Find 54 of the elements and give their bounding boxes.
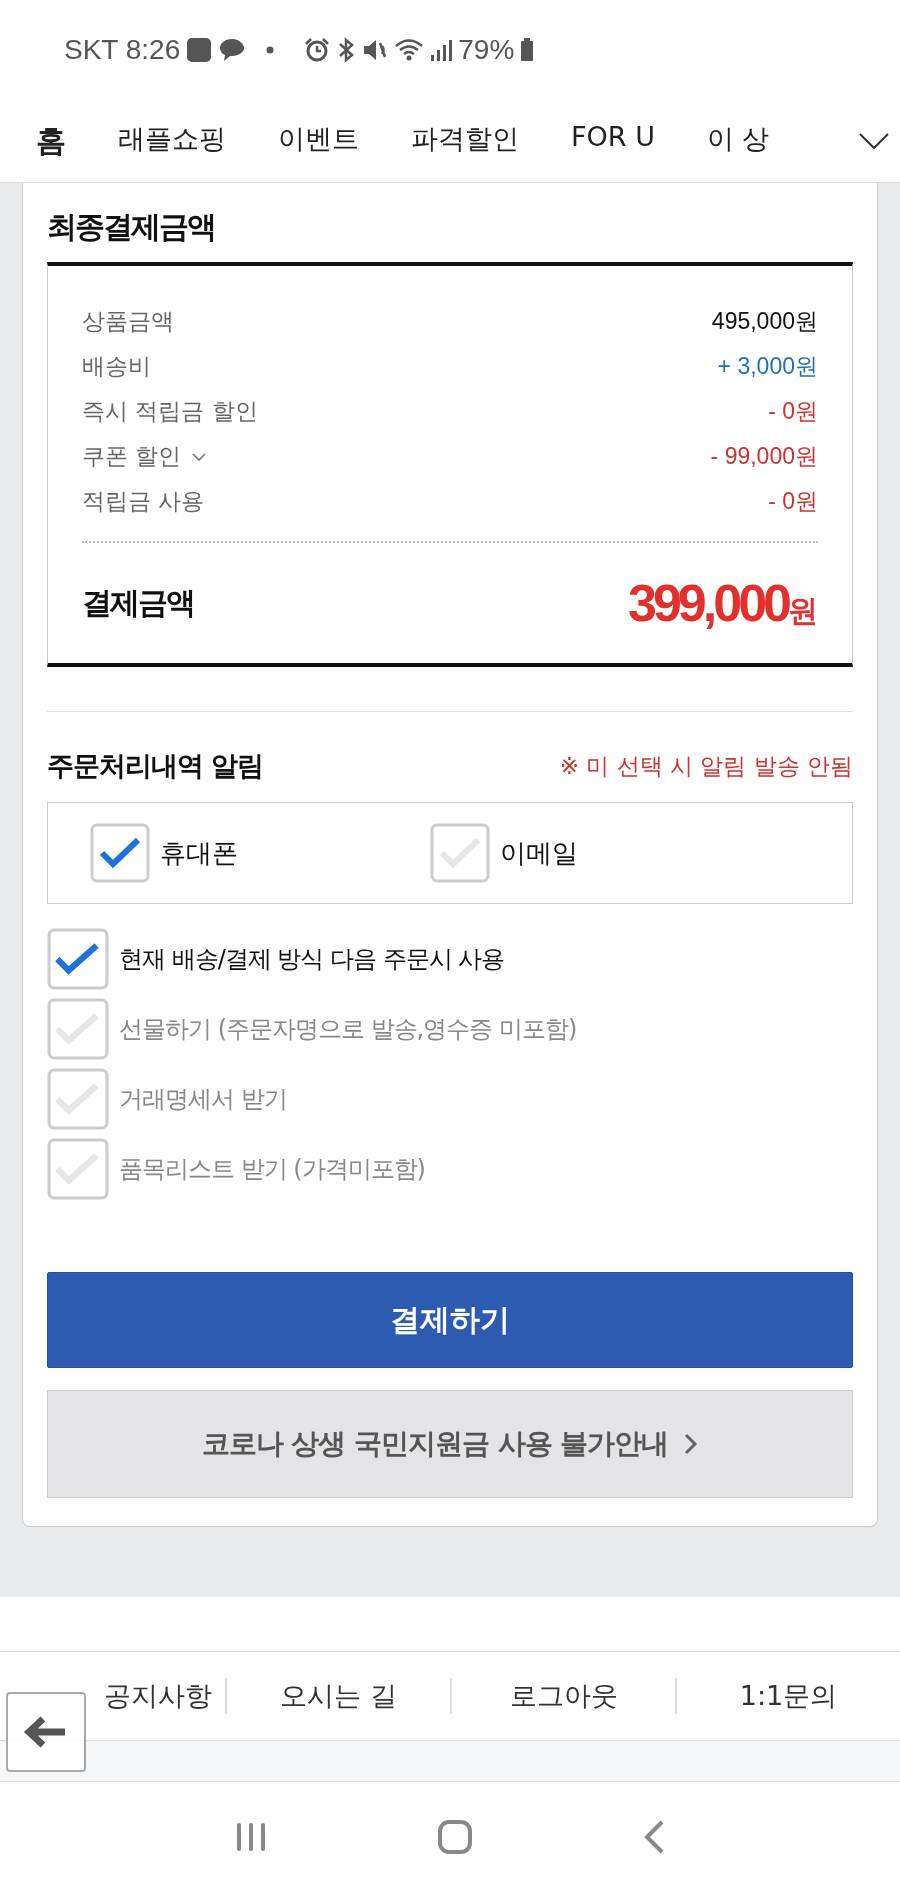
- checkbox-label: 품목리스트 받기 (가격미포함): [119, 1154, 425, 1185]
- price-label: 배송비: [82, 352, 151, 381]
- price-value: - 0원: [768, 397, 818, 426]
- price-label: 상품금액: [82, 307, 174, 336]
- chat-bubble-icon: [218, 37, 247, 63]
- price-label: 즉시 적립금 할인: [82, 397, 258, 426]
- footer-link[interactable]: 로그아웃: [509, 1678, 618, 1714]
- checkbox-label: 현재 배송/결제 방식 다음 주문시 사용: [119, 944, 505, 975]
- footer-link[interactable]: 공지사항: [103, 1678, 212, 1714]
- wifi-icon: [394, 37, 425, 63]
- back-button[interactable]: [6, 1692, 86, 1772]
- battery-icon: [520, 37, 535, 63]
- checkbox-label: 이메일: [500, 836, 578, 870]
- price-value: - 99,000원: [710, 442, 818, 471]
- chevron-down-icon[interactable]: [858, 131, 890, 151]
- checkbox[interactable]: [430, 823, 490, 883]
- warning-text: ※ 미 선택 시 알림 발송 안됨: [559, 751, 853, 781]
- nav-tab[interactable]: 이 상: [706, 120, 770, 162]
- mute-icon: [362, 37, 389, 63]
- total-label: 결제금액: [82, 583, 194, 622]
- nav-tab[interactable]: 파격할인: [411, 120, 519, 162]
- dot-icon: [266, 46, 275, 54]
- app-icon: [186, 37, 213, 63]
- checkbox-label: 휴대폰: [160, 836, 238, 870]
- total-unit: 원: [788, 593, 818, 628]
- price-label: 적립금 사용: [82, 487, 205, 516]
- checkbox[interactable]: [90, 823, 150, 883]
- price-value: - 0원: [768, 487, 818, 516]
- checkbox-label: 선물하기 (주문자명으로 발송,영수증 미포함): [119, 1014, 577, 1045]
- price-value: + 3,000원: [717, 352, 818, 381]
- checkbox[interactable]: [47, 1068, 109, 1130]
- price-label: 쿠폰 할인: [82, 442, 182, 471]
- section-title: 주문처리내역 알림: [47, 749, 264, 783]
- home-icon[interactable]: [437, 1819, 473, 1855]
- price-value: 495,000원: [711, 307, 818, 336]
- battery-percent: 79%: [458, 34, 515, 66]
- section-title: 최종결제금액: [47, 208, 216, 246]
- checkbox-label: 거래명세서 받기: [119, 1084, 287, 1115]
- total-amount: 399,000: [628, 573, 788, 633]
- chevron-right-icon: [682, 1431, 699, 1457]
- nav-tab[interactable]: FOR U: [571, 120, 655, 162]
- status-carrier-time: SKT 8:26: [64, 34, 181, 66]
- footer-link[interactable]: 오시는 길: [280, 1678, 397, 1714]
- alarm-icon: [304, 37, 331, 63]
- pay-button[interactable]: 결제하기: [47, 1272, 853, 1368]
- notice-button[interactable]: 코로나 상생 국민지원금 사용 불가안내: [47, 1390, 853, 1498]
- signal-icon: [430, 37, 453, 63]
- nav-tab[interactable]: 이벤트: [278, 120, 359, 162]
- checkbox[interactable]: [47, 1138, 109, 1200]
- nav-tab[interactable]: 래플쇼핑: [118, 120, 226, 162]
- footer-link[interactable]: 1:1문의: [739, 1678, 838, 1714]
- checkbox[interactable]: [47, 928, 109, 990]
- nav-tab[interactable]: 홈: [36, 120, 66, 162]
- checkbox[interactable]: [47, 998, 109, 1060]
